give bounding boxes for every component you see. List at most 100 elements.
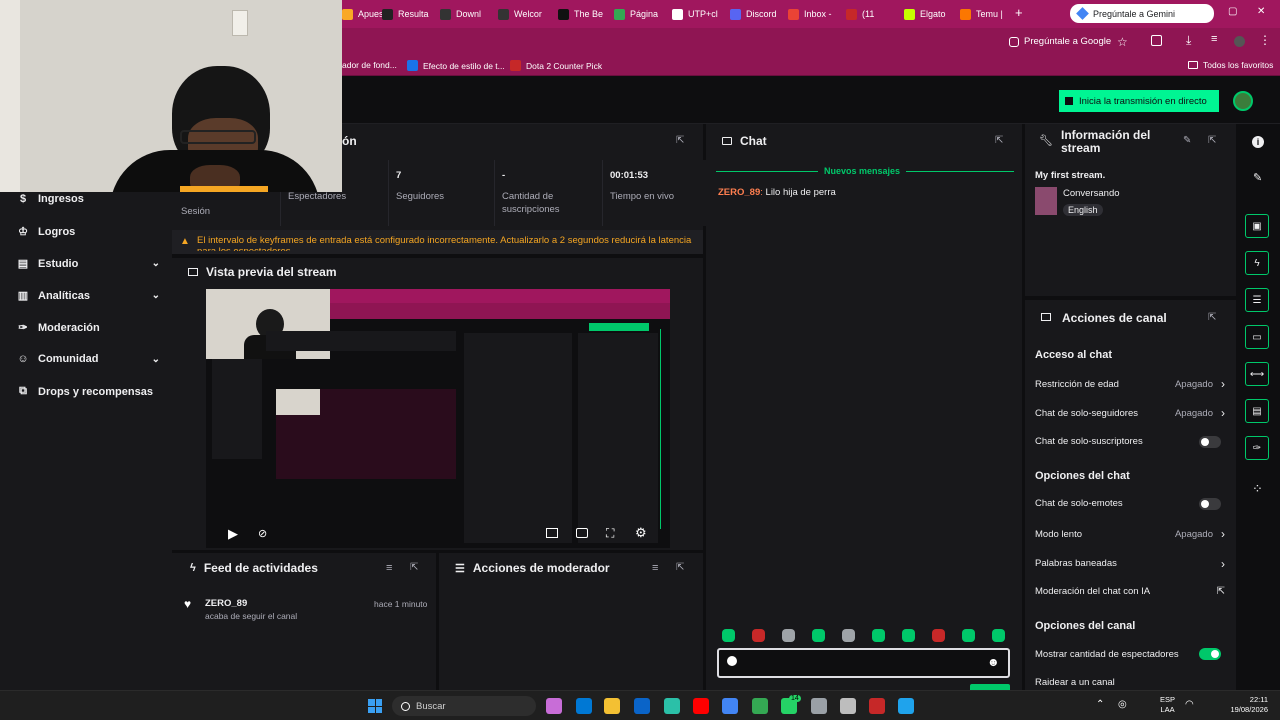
sidebar-item[interactable]: ♔ Logros [16,225,160,239]
theatre-icon[interactable] [576,528,588,538]
bolt-icon[interactable]: ϟ [1245,251,1269,275]
sidebar-item[interactable]: ▤ Estudio ⌄ [16,257,160,271]
sidebar-item[interactable]: ☺ Comunidad ⌄ [16,353,160,365]
comment-icon[interactable]: ▭ [1245,325,1269,349]
mute-icon[interactable]: ⊘ [258,527,267,540]
browser-tab[interactable]: Elgato [904,4,956,24]
bookmark-1[interactable]: Efecto de estilo de t... [407,60,505,71]
layout-icon[interactable]: ▣ [1245,214,1269,238]
go-live-button[interactable]: Inicia la transmisión en directo [1059,90,1219,112]
chevron-up-icon[interactable]: ⌃ [1096,699,1104,710]
new-tab-button[interactable]: + [1015,5,1023,20]
bits-icon[interactable] [727,656,737,666]
setting-row[interactable]: Chat de solo-seguidores Apagado › [1035,406,1225,420]
popout-icon[interactable]: ⇱ [995,135,1003,146]
toggle-switch[interactable] [1199,497,1221,510]
chrome-icon[interactable] [722,698,738,714]
toggle-switch[interactable] [1199,435,1221,448]
all-bookmarks[interactable]: Todos los favoritos [1188,60,1273,70]
browser-tab[interactable]: The Be [558,4,610,24]
pencil-icon[interactable]: ✎ [1253,171,1262,184]
setting-row[interactable]: Chat de solo-emotes [1035,497,1225,510]
windows-start-icon[interactable] [368,699,382,713]
media-icon[interactable]: ≡ [1211,33,1217,45]
maximize-icon[interactable]: ▢ [1228,6,1237,17]
sidebar-item[interactable]: ⧉ Drops y recompensas [16,385,160,398]
bookmark-2[interactable]: Dota 2 Counter Pick [510,60,602,71]
play-icon[interactable]: ▶ [228,526,238,542]
emote-icon[interactable] [722,629,735,642]
ask-google-button[interactable]: Pregúntale a Google [1009,36,1111,47]
browser-tab[interactable]: UTP+cl [672,4,724,24]
sidebar-item[interactable]: ✑ Moderación [16,321,160,335]
user-avatar[interactable] [1233,91,1253,111]
list-icon[interactable]: ☰ [1245,288,1269,312]
toggle-switch[interactable] [1199,648,1221,661]
setting-row[interactable]: Restricción de edad Apagado › [1035,377,1225,391]
bookmark-0[interactable]: ador de fond... [342,60,397,70]
folder-icon[interactable] [604,698,620,714]
emote-icon[interactable] [962,629,975,642]
filter-icon[interactable]: ≡ [386,562,392,574]
popout-icon[interactable]: ⇱ [410,562,418,573]
copilot-icon[interactable] [546,698,562,714]
category-name[interactable]: Conversando [1063,188,1120,199]
emote-icon[interactable] [782,629,795,642]
wrench-icon[interactable]: ✑ [1245,436,1269,460]
mic-icon[interactable]: ◎ [1118,699,1127,710]
close-icon[interactable]: ✕ [1257,6,1265,17]
taskbar-search[interactable]: Buscar [392,696,536,716]
setting-row[interactable]: Palabras baneadas › [1035,557,1225,571]
download-icon[interactable]: ⤓ [1186,33,1191,48]
menu-icon[interactable]: ⋮ [1259,33,1271,47]
extensions-icon[interactable] [1151,35,1162,46]
clock[interactable]: 22:11 19/08/2026 [1222,695,1268,715]
broadcast-icon[interactable]: ⟷ [1245,362,1269,386]
emote-icon[interactable] [842,629,855,642]
popout-icon[interactable]: ⇱ [676,562,684,573]
emote-icon[interactable] [812,629,825,642]
browser-tab[interactable]: Welcor [498,4,550,24]
fullscreen-icon[interactable]: ⛶ [606,526,614,541]
browser-tab[interactable]: Inbox - [788,4,840,24]
outlook-icon[interactable] [634,698,650,714]
star-icon[interactable]: ☆ [1117,35,1128,49]
info-icon[interactable]: i [1252,136,1264,148]
steam-icon[interactable] [811,698,827,714]
emote-icon[interactable] [752,629,765,642]
profile-avatar[interactable] [1234,36,1245,47]
app-icon[interactable] [869,698,885,714]
edit-icon[interactable]: ✎ [1183,135,1191,146]
filter-icon[interactable]: ≡ [652,562,658,574]
setting-row[interactable]: Modo lento Apagado › [1035,527,1225,541]
stream-video[interactable]: ▶ ⊘ ⛶ ⚙ [206,289,670,548]
chat-input[interactable]: ☻ [717,648,1010,678]
browser-tab[interactable]: Temu | [960,4,1012,24]
popout-icon[interactable]: ⇱ [1208,312,1216,323]
dots-icon[interactable]: ⁘ [1252,481,1263,497]
browser-tab[interactable]: Discord [730,4,782,24]
setting-row[interactable]: Moderación del chat con IA ⇱ [1035,586,1225,597]
clip-icon[interactable]: ▤ [1245,399,1269,423]
settings-icon[interactable]: ⚙ [635,525,647,541]
browser-tab[interactable]: Downl [440,4,492,24]
edge-icon[interactable] [664,698,680,714]
setting-row[interactable]: Chat de solo-suscriptores [1035,435,1225,448]
emote-icon[interactable] [992,629,1005,642]
wifi-icon[interactable]: ◠ [1185,699,1194,710]
feed-item[interactable]: ♥ ZERO_89 acaba de seguir el canal hace … [172,595,436,629]
emote-icon[interactable] [872,629,885,642]
setting-row[interactable]: Mostrar cantidad de espectadores [1035,648,1225,661]
emote-icon[interactable] [932,629,945,642]
pip-icon[interactable] [546,528,558,538]
chat-message[interactable]: ZERO_89: Lilo hija de perra [718,187,836,198]
store-icon[interactable] [576,698,592,714]
gemini-tab[interactable]: Pregúntale a Gemini [1070,4,1214,23]
freshworks-icon[interactable] [898,698,914,714]
popout-icon[interactable]: ⇱ [1208,135,1216,146]
language-tag[interactable]: English [1063,204,1103,216]
language-indicator[interactable]: ESP LAA [1160,695,1175,715]
sidebar-item[interactable]: $ Ingresos [16,193,160,205]
minimize-icon[interactable]: — [1197,6,1207,17]
browser-tab[interactable]: (11 [846,4,898,24]
